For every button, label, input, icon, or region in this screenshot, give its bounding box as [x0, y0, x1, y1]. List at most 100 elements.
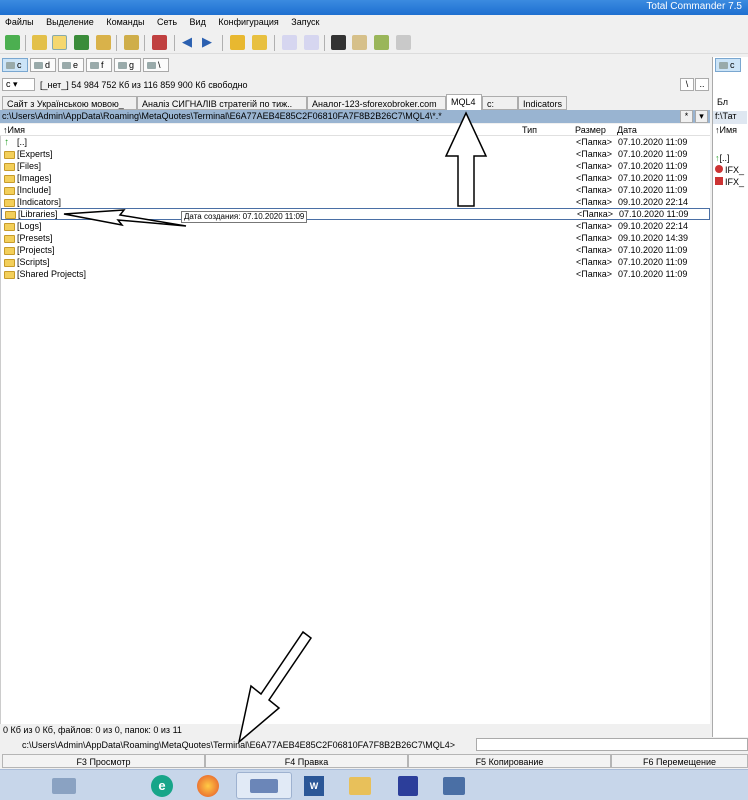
drive-d-button[interactable]: d [30, 58, 56, 72]
right-list-item[interactable]: IFX_ [715, 165, 744, 175]
list-item[interactable]: [Projects] <Папка> 07.10.2020 11:09 [1, 245, 710, 257]
url-connect-icon[interactable] [304, 35, 319, 50]
list-item[interactable]: [Experts] <Папка> 07.10.2020 11:09 [1, 149, 710, 161]
ftp-connect-icon[interactable] [282, 35, 297, 50]
drive-icon [6, 62, 15, 69]
list-item[interactable]: ↑ [..] <Папка> 07.10.2020 11:09 [1, 137, 710, 149]
toolbar-separator [274, 35, 275, 51]
drive-e-button[interactable]: e [58, 58, 84, 72]
sync-dirs-icon[interactable] [374, 35, 389, 50]
folder-icon [4, 247, 15, 255]
list-item[interactable]: [Presets] <Папка> 09.10.2020 14:39 [1, 233, 710, 245]
file-manager-icon[interactable] [340, 772, 380, 799]
menu-bar: Файлы Выделение Команды Сеть Вид Конфигу… [0, 15, 748, 31]
folder-icon [4, 199, 15, 207]
thumbnail-view-icon[interactable] [74, 35, 89, 50]
right-col-name[interactable]: ↑Имя [715, 125, 737, 135]
list-item[interactable]: [Files] <Папка> 07.10.2020 11:09 [1, 161, 710, 173]
menu-configuration[interactable]: Конфигурация [213, 15, 283, 27]
drive-select[interactable]: c ▾ [2, 78, 35, 91]
tab-mql4[interactable]: MQL4 [446, 94, 482, 110]
list-item[interactable]: [Shared Projects] <Папка> 07.10.2020 11:… [1, 269, 710, 281]
command-prompt: c:\Users\Admin\AppData\Roaming\MetaQuote… [22, 740, 455, 750]
f5-copy-button[interactable]: F5 Копирование [408, 754, 611, 768]
command-line: c:\Users\Admin\AppData\Roaming\MetaQuote… [0, 738, 748, 752]
current-path: c:\Users\Admin\AppData\Roaming\MetaQuote… [2, 111, 442, 121]
tab-indicators[interactable]: Indicators [518, 96, 567, 110]
drive-icon [719, 62, 728, 69]
path-bar[interactable]: c:\Users\Admin\AppData\Roaming\MetaQuote… [0, 110, 710, 123]
f3-view-button[interactable]: F3 Просмотр [2, 754, 205, 768]
toolbar: ◀ ▶ [0, 32, 748, 54]
hotlist-button[interactable]: * [680, 110, 693, 123]
drive-g-button[interactable]: g [114, 58, 141, 72]
firefox-icon[interactable] [188, 772, 228, 799]
invert-selection-icon[interactable] [124, 35, 139, 50]
right-drive-button[interactable]: c [715, 58, 741, 72]
tab-c[interactable]: c: [482, 96, 518, 110]
network-root-button[interactable]: \ [143, 58, 169, 72]
tree-view-icon[interactable] [96, 35, 111, 50]
taskbar: e W [0, 769, 748, 800]
back-icon[interactable]: ◀ [182, 35, 197, 50]
archive-pack-icon[interactable] [230, 35, 245, 50]
col-name[interactable]: ↑Имя [3, 125, 25, 135]
command-input[interactable] [476, 738, 748, 751]
menu-start[interactable]: Запуск [286, 15, 324, 27]
menu-view[interactable]: Вид [185, 15, 211, 27]
window-title: Total Commander 7.5 [646, 1, 742, 12]
tab-analog[interactable]: Аналог-123-sforexobroker.com [307, 96, 446, 110]
eset-icon[interactable]: e [142, 772, 182, 799]
right-list-item[interactable]: IFX_ [715, 177, 744, 187]
detailed-view-icon[interactable] [52, 35, 67, 50]
drive-f-button[interactable]: f [86, 58, 112, 72]
f4-edit-button[interactable]: F4 Правка [205, 754, 408, 768]
col-size[interactable]: Размер [575, 125, 606, 135]
up-arrow-icon: ↑ [4, 137, 9, 148]
folder-icon [4, 175, 15, 183]
search-icon[interactable] [331, 35, 346, 50]
drive-c-button[interactable]: c [2, 58, 28, 72]
drive-info-bar: c ▾ [_нет_] 54 984 752 Кб из 116 859 900… [0, 77, 710, 93]
menu-net[interactable]: Сеть [152, 15, 182, 27]
f6-move-button[interactable]: F6 Перемещение [611, 754, 748, 768]
forward-icon[interactable]: ▶ [202, 35, 217, 50]
toolbar-separator [116, 35, 117, 51]
mark-icon[interactable] [152, 35, 167, 50]
right-panel: c Бл f:\Тат ↑Имя ↑[..] IFX_ IFX_ [712, 57, 748, 737]
menu-selection[interactable]: Выделение [41, 15, 99, 27]
refresh-icon[interactable] [5, 35, 20, 50]
notepad-icon[interactable] [396, 35, 411, 50]
drive-icon [90, 62, 99, 69]
menu-commands[interactable]: Команды [101, 15, 149, 27]
explorer-icon[interactable] [44, 772, 84, 799]
parent-dir-button[interactable]: .. [695, 78, 709, 91]
folder-icon [5, 211, 16, 219]
col-type[interactable]: Тип [522, 125, 537, 135]
save-icon[interactable] [388, 772, 428, 799]
total-commander-icon[interactable] [236, 772, 292, 799]
right-tab[interactable]: Бл [717, 97, 728, 107]
right-path[interactable]: f:\Тат [713, 111, 747, 124]
menu-files[interactable]: Файлы [0, 15, 39, 27]
app-icon[interactable] [434, 772, 474, 799]
file-icon [715, 177, 723, 185]
tooltip: Дата создания: 07.10.2020 11:09 [181, 211, 308, 223]
list-item[interactable]: [Images] <Папка> 07.10.2020 11:09 [1, 173, 710, 185]
word-icon[interactable]: W [294, 772, 334, 799]
root-button[interactable]: \ [680, 78, 694, 91]
archive-unpack-icon[interactable] [252, 35, 267, 50]
history-button[interactable]: ▾ [695, 110, 708, 123]
tab-signals[interactable]: Аналіз СИГНАЛІВ стратегій по тиж.. [137, 96, 307, 110]
rename-tool-icon[interactable] [352, 35, 367, 50]
right-list-item[interactable]: ↑[..] [715, 153, 730, 163]
tab-ukr-site[interactable]: Сайт з Українською мовою_ [2, 96, 137, 110]
folder-icon [4, 163, 15, 171]
list-item[interactable]: [Include] <Папка> 07.10.2020 11:09 [1, 185, 710, 197]
folder-icon [4, 259, 15, 267]
list-item[interactable]: [Scripts] <Папка> 07.10.2020 11:09 [1, 257, 710, 269]
drive-icon [34, 62, 43, 69]
brief-view-icon[interactable] [32, 35, 47, 50]
col-date[interactable]: Дата [617, 125, 637, 135]
file-icon [715, 165, 723, 173]
